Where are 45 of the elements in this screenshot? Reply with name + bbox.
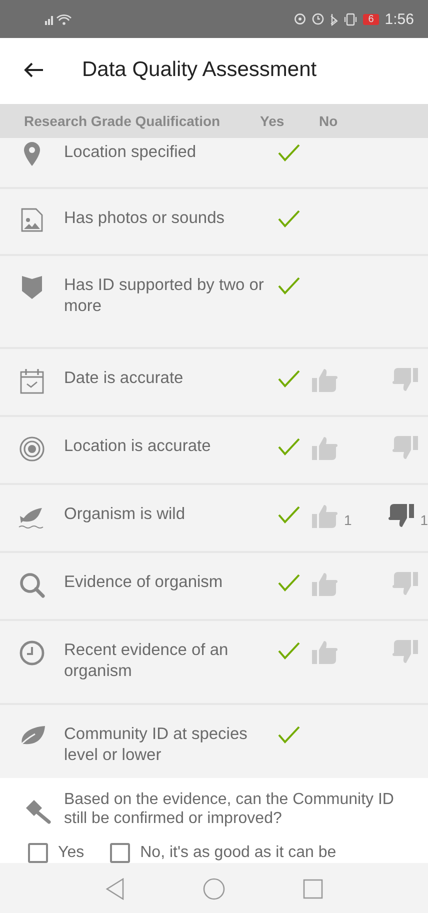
agree-button[interactable]: 1: [312, 504, 388, 528]
calendar-check-icon: [20, 368, 44, 394]
search-icon: [19, 572, 45, 598]
alarm-icon: [312, 13, 324, 25]
thumbs-up-icon: [312, 572, 338, 596]
eye-icon: [294, 13, 306, 25]
disagree-button[interactable]: [392, 368, 418, 392]
criterion-label: Recent evidence of an organism: [64, 640, 230, 682]
criterion-label: Has photos or sounds: [64, 208, 226, 229]
screen-title: Data Quality Assessment: [82, 58, 317, 82]
question-text: Based on the evidence, can the Community ID still be confirmed or improved?: [64, 790, 395, 828]
recents-icon[interactable]: [303, 879, 323, 899]
column-header: Research Grade Qualification: [24, 113, 222, 129]
thumbs-up-icon: [312, 368, 338, 392]
criterion-label: Location specified: [64, 142, 198, 163]
column-header: Yes: [260, 113, 286, 129]
criterion-label: Has ID supported by two or more: [64, 275, 264, 317]
shield-icon: [21, 275, 43, 299]
location-pin-icon: [23, 142, 41, 166]
criterion-label: Organism is wild: [64, 504, 186, 525]
thumbs-up-icon: [312, 640, 338, 664]
criterion-label: Date is accurate: [64, 368, 184, 389]
back-arrow-icon[interactable]: [24, 62, 44, 78]
vote-count: 1: [420, 512, 428, 528]
criterion-label: Location is accurate: [64, 436, 212, 457]
target-icon: [19, 436, 45, 462]
disagree-button[interactable]: [392, 640, 418, 664]
back-icon[interactable]: [105, 878, 125, 900]
disagree-button[interactable]: [392, 572, 418, 596]
bluetooth-icon: [330, 12, 338, 26]
vibrate-icon: [344, 12, 358, 26]
thumbs-up-icon: [312, 504, 338, 528]
disagree-button[interactable]: 1: [388, 504, 428, 528]
column-header: No: [319, 113, 338, 129]
battery-level: 6: [363, 14, 379, 24]
clock-time: 1:56: [384, 10, 414, 28]
image-icon: [21, 208, 43, 232]
signal-wifi-icon: [44, 12, 74, 26]
vote-count: 1: [344, 512, 352, 528]
home-icon[interactable]: [203, 878, 225, 900]
disagree-button[interactable]: [392, 436, 418, 460]
thumbs-up-icon: [312, 436, 338, 460]
criterion-label: Community ID at species level or lower: [64, 724, 248, 766]
clock-icon: [19, 640, 45, 666]
criterion-label: Evidence of organism: [64, 572, 224, 593]
